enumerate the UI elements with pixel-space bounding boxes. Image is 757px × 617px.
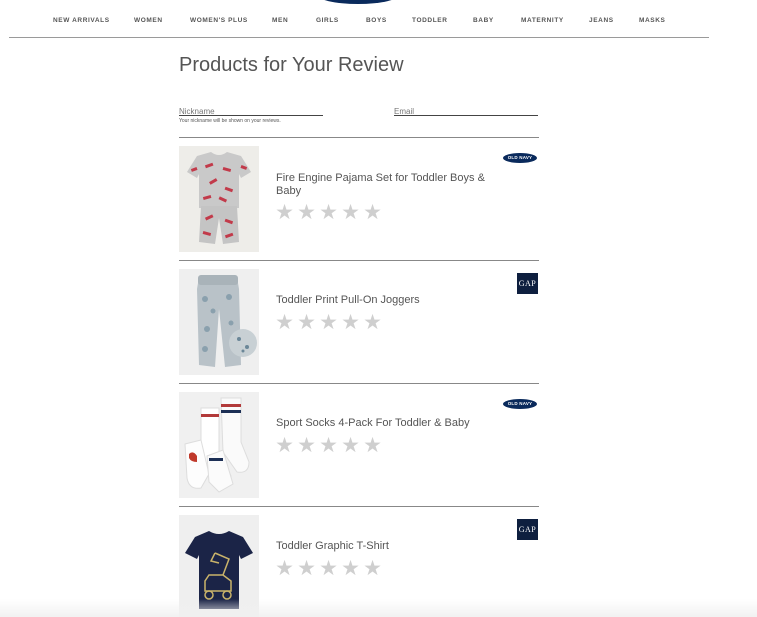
star-1[interactable]: ★ (275, 202, 294, 223)
category-nav: NEW ARRIVALS WOMEN WOMEN'S PLUS MEN GIRL… (9, 0, 709, 38)
star-3[interactable]: ★ (319, 312, 338, 333)
product-image-socks[interactable] (179, 392, 259, 498)
product-row: Fire Engine Pajama Set for Toddler Boys … (179, 137, 539, 260)
nav-item-baby[interactable]: BABY (473, 17, 494, 24)
product-list: Fire Engine Pajama Set for Toddler Boys … (179, 137, 539, 617)
product-name[interactable]: Toddler Print Pull-On Joggers (276, 294, 496, 307)
star-5[interactable]: ★ (363, 435, 382, 456)
product-image-pajama[interactable] (179, 146, 259, 252)
nav-item-womens-plus[interactable]: WOMEN'S PLUS (190, 17, 248, 24)
product-name[interactable]: Fire Engine Pajama Set for Toddler Boys … (276, 172, 496, 198)
nickname-hint: Your nickname will be shown on your revi… (179, 118, 281, 124)
star-4[interactable]: ★ (341, 558, 360, 579)
star-rating: ★ ★ ★ ★ ★ (275, 312, 382, 333)
nav-item-maternity[interactable]: MATERNITY (521, 17, 564, 24)
star-2[interactable]: ★ (297, 435, 316, 456)
star-1[interactable]: ★ (275, 558, 294, 579)
email-input[interactable] (394, 104, 538, 119)
page-title: Products for Your Review (179, 54, 404, 76)
star-rating: ★ ★ ★ ★ ★ (275, 435, 382, 456)
product-name[interactable]: Toddler Graphic T-Shirt (276, 540, 496, 553)
product-row: Toddler Print Pull-On Joggers ★ ★ ★ ★ ★ … (179, 260, 539, 383)
star-1[interactable]: ★ (275, 312, 294, 333)
review-page: NEW ARRIVALS WOMEN WOMEN'S PLUS MEN GIRL… (0, 0, 757, 617)
star-2[interactable]: ★ (297, 312, 316, 333)
star-2[interactable]: ★ (297, 202, 316, 223)
bottom-fade (0, 599, 757, 617)
star-4[interactable]: ★ (341, 202, 360, 223)
nickname-field-wrapper (179, 101, 323, 119)
nav-item-women[interactable]: WOMEN (134, 17, 163, 24)
nickname-input[interactable] (179, 104, 323, 119)
star-3[interactable]: ★ (319, 435, 338, 456)
product-row: Sport Socks 4-Pack For Toddler & Baby ★ … (179, 383, 539, 506)
email-field-wrapper (394, 101, 538, 119)
star-4[interactable]: ★ (341, 435, 360, 456)
old-navy-logo: OLD NAVY (503, 399, 537, 409)
nav-item-men[interactable]: MEN (272, 17, 288, 24)
star-3[interactable]: ★ (319, 202, 338, 223)
star-4[interactable]: ★ (341, 312, 360, 333)
nav-item-toddler[interactable]: TODDLER (412, 17, 448, 24)
old-navy-logo: OLD NAVY (503, 153, 537, 163)
star-3[interactable]: ★ (319, 558, 338, 579)
star-2[interactable]: ★ (297, 558, 316, 579)
star-5[interactable]: ★ (363, 558, 382, 579)
nav-item-masks[interactable]: MASKS (639, 17, 665, 24)
star-5[interactable]: ★ (363, 202, 382, 223)
nav-item-boys[interactable]: BOYS (366, 17, 387, 24)
product-image-joggers[interactable] (179, 269, 259, 375)
star-5[interactable]: ★ (363, 312, 382, 333)
nav-item-jeans[interactable]: JEANS (589, 17, 614, 24)
star-rating: ★ ★ ★ ★ ★ (275, 202, 382, 223)
gap-logo: GAP (517, 519, 538, 540)
gap-logo: GAP (517, 273, 538, 294)
star-1[interactable]: ★ (275, 435, 294, 456)
star-rating: ★ ★ ★ ★ ★ (275, 558, 382, 579)
nav-item-girls[interactable]: GIRLS (316, 17, 339, 24)
product-name[interactable]: Sport Socks 4-Pack For Toddler & Baby (276, 417, 496, 430)
nav-item-new-arrivals[interactable]: NEW ARRIVALS (53, 17, 110, 24)
